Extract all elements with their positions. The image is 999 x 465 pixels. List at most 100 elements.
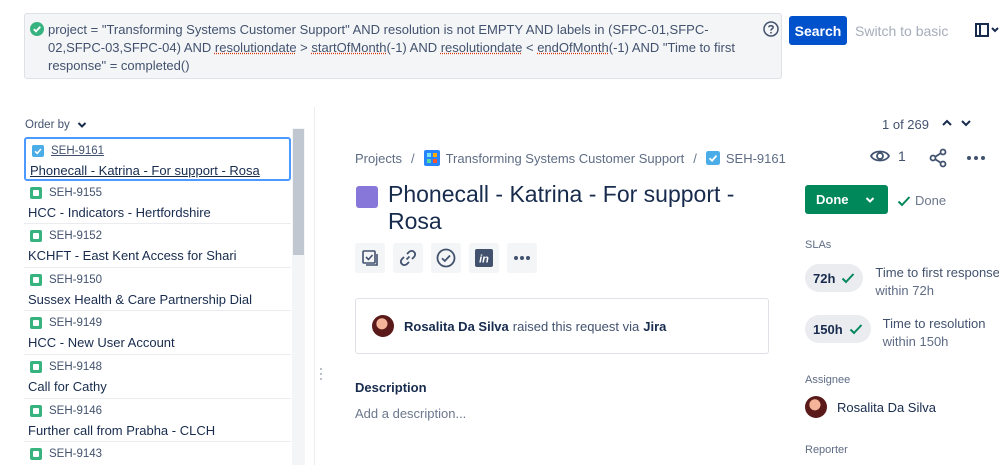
subtask-icon bbox=[362, 250, 378, 266]
link-icon bbox=[399, 249, 417, 267]
order-by-button[interactable]: Order by bbox=[25, 119, 87, 131]
help-icon[interactable] bbox=[763, 21, 779, 37]
request-type-icon bbox=[356, 186, 378, 208]
check-icon bbox=[897, 195, 911, 206]
list-item[interactable]: SEH-9149 HCC - New User Account bbox=[24, 311, 291, 355]
invision-icon: in bbox=[475, 249, 493, 267]
invision-button[interactable]: in bbox=[469, 243, 499, 273]
list-scrollbar-thumb[interactable] bbox=[293, 129, 304, 255]
resolution-status: Done bbox=[897, 193, 946, 208]
sla-target: within 150h bbox=[882, 334, 949, 349]
approve-button[interactable] bbox=[431, 243, 461, 273]
breadcrumb-separator: / bbox=[693, 150, 697, 166]
description-field[interactable]: Add a description... bbox=[355, 406, 466, 421]
task-icon bbox=[705, 151, 720, 165]
request-info-panel: Rosalita Da Silva raised this request vi… bbox=[355, 298, 769, 354]
story-icon bbox=[30, 360, 42, 373]
request-via-text: raised this request via bbox=[512, 318, 640, 334]
sla-name: Time to first response bbox=[875, 265, 999, 280]
sla-badge: 150h bbox=[805, 315, 871, 343]
story-icon bbox=[30, 404, 42, 417]
sla-name: Time to resolution bbox=[882, 316, 986, 331]
breadcrumb-project[interactable]: Transforming Systems Customer Support bbox=[446, 151, 685, 166]
svg-text:in: in bbox=[479, 254, 489, 266]
issue-key: SEH-9148 bbox=[49, 360, 103, 373]
issue-summary: Further call from Prabha - CLCH bbox=[28, 422, 216, 438]
chevron-down-icon bbox=[77, 122, 87, 128]
chevron-down-icon bbox=[865, 196, 874, 203]
issue-summary: Sussex Health & Care Partnership Dial bbox=[28, 291, 252, 307]
jql-segment: < bbox=[522, 40, 538, 55]
switch-to-basic-link[interactable]: Switch to basic bbox=[855, 23, 948, 39]
list-item[interactable]: SEH-9143 bbox=[24, 442, 291, 465]
jql-segment: startOfMonth bbox=[311, 40, 387, 55]
issue-key: SEH-9152 bbox=[49, 230, 103, 243]
request-channel: Jira bbox=[643, 318, 667, 334]
issue-key: SEH-9150 bbox=[49, 273, 103, 286]
list-item[interactable]: SEH-9148 Call for Cathy bbox=[24, 355, 291, 399]
issue-actions: in bbox=[355, 243, 537, 273]
jql-segment: endOfMonth bbox=[537, 40, 609, 55]
more-actions-icon[interactable] bbox=[966, 150, 986, 166]
chevron-down-icon[interactable] bbox=[960, 118, 972, 128]
breadcrumb: Projects / Transforming Systems Customer… bbox=[355, 150, 786, 166]
list-item[interactable]: SEH-9152 KCHFT - East Kent Access for Sh… bbox=[24, 224, 291, 268]
jql-text[interactable]: project = "Transforming Systems Customer… bbox=[48, 21, 748, 75]
pager-text: 1 of 269 bbox=[882, 117, 929, 132]
assignee-field[interactable]: Rosalita Da Silva bbox=[805, 396, 936, 418]
sla-item: 150h Time to resolution within 150h bbox=[805, 315, 985, 351]
story-icon bbox=[30, 230, 42, 243]
chevron-up-icon[interactable] bbox=[941, 118, 953, 128]
more-tools-button[interactable] bbox=[507, 243, 537, 273]
check-icon bbox=[849, 324, 862, 335]
share-icon[interactable] bbox=[928, 148, 948, 168]
story-icon bbox=[30, 273, 42, 286]
search-button[interactable]: Search bbox=[789, 16, 847, 45]
issue-summary: HCC - Indicators - Hertfordshire bbox=[28, 204, 211, 220]
order-by-label: Order by bbox=[25, 119, 70, 131]
breadcrumb-projects[interactable]: Projects bbox=[355, 151, 402, 166]
reporter-label: Reporter bbox=[805, 444, 848, 456]
issue-key: SEH-9155 bbox=[49, 186, 103, 199]
breadcrumb-issue-key[interactable]: SEH-9161 bbox=[726, 151, 786, 166]
requester-name[interactable]: Rosalita Da Silva bbox=[404, 319, 509, 334]
breadcrumb-separator: / bbox=[410, 150, 415, 166]
project-avatar-icon bbox=[423, 150, 440, 166]
jql-segment: (-1) AND bbox=[386, 40, 441, 55]
layout-switcher-icon[interactable] bbox=[975, 22, 999, 38]
watch-button[interactable]: 1 bbox=[870, 148, 906, 164]
issue-key: SEH-9146 bbox=[49, 404, 103, 417]
status-dropdown[interactable]: Done bbox=[805, 185, 888, 214]
add-subtask-button[interactable] bbox=[355, 243, 385, 273]
list-item[interactable]: SEH-9161 Phonecall - Katrina - For suppo… bbox=[24, 137, 291, 181]
resolution-label: Done bbox=[915, 193, 947, 208]
eye-icon bbox=[870, 150, 890, 162]
link-issue-button[interactable] bbox=[393, 243, 423, 273]
issue-list: SEH-9161 Phonecall - Katrina - For suppo… bbox=[24, 137, 291, 465]
issue-summary: Phonecall - Katrina - For support - Rosa bbox=[30, 163, 260, 178]
issue-key: SEH-9161 bbox=[51, 145, 105, 157]
list-item[interactable]: SEH-9150 Sussex Health & Care Partnershi… bbox=[24, 268, 291, 312]
issue-key: SEH-9143 bbox=[49, 448, 103, 461]
issue-summary: HCC - New User Account bbox=[28, 335, 175, 351]
sla-value: 72h bbox=[813, 270, 836, 286]
issue-summary: Call for Cathy bbox=[28, 378, 107, 394]
jql-segment: resolutiondate bbox=[214, 40, 297, 55]
issue-summary: KCHFT - East Kent Access for Shari bbox=[28, 248, 237, 264]
story-icon bbox=[30, 186, 42, 199]
list-item[interactable]: SEH-9155 HCC - Indicators - Hertfordshir… bbox=[24, 181, 291, 225]
list-item[interactable]: SEH-9146 Further call from Prabha - CLCH bbox=[24, 399, 291, 443]
status-label: Done bbox=[816, 192, 849, 207]
jql-segment: resolutiondate bbox=[440, 40, 523, 55]
issue-title[interactable]: Phonecall - Katrina - For support - Rosa bbox=[388, 181, 788, 235]
valid-query-icon bbox=[30, 22, 44, 36]
story-icon bbox=[30, 317, 42, 330]
sla-value: 150h bbox=[813, 321, 843, 337]
check-circle-icon bbox=[436, 248, 456, 268]
sla-section-label: SLAs bbox=[805, 239, 832, 251]
resize-handle-icon[interactable] bbox=[319, 367, 323, 381]
check-icon bbox=[842, 273, 855, 284]
jql-query-box[interactable]: project = "Transforming Systems Customer… bbox=[24, 13, 782, 79]
description-label: Description bbox=[355, 380, 427, 395]
task-icon bbox=[32, 145, 44, 157]
